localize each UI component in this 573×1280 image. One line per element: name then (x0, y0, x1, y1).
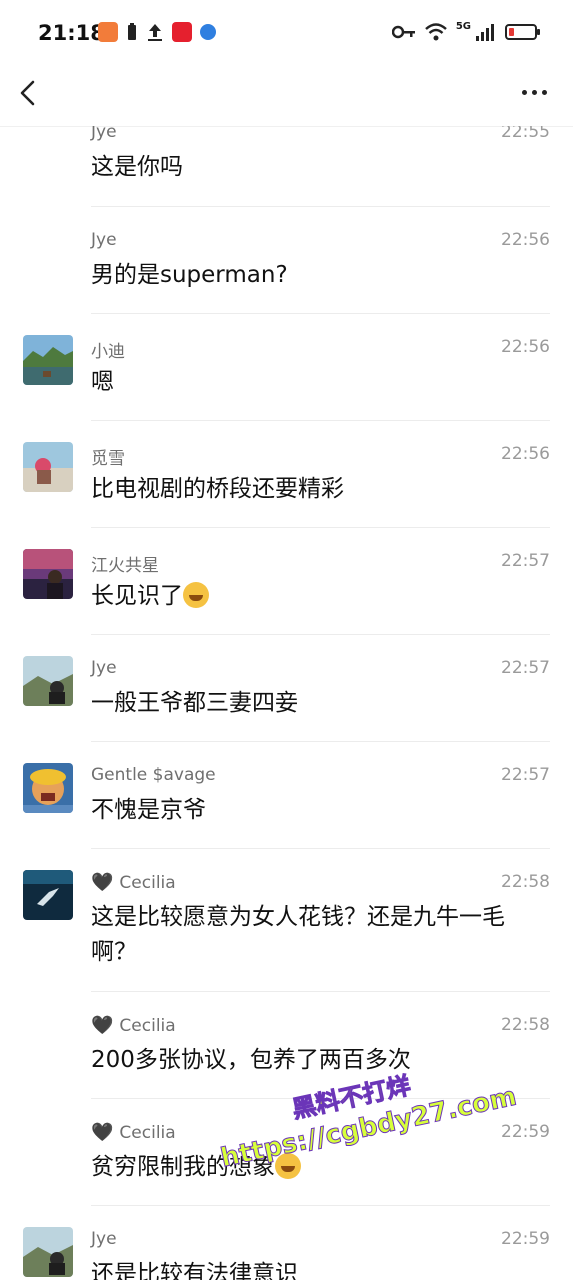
app-red-icon (172, 22, 192, 42)
back-button[interactable] (14, 76, 44, 112)
sender-name: Jye (91, 658, 117, 678)
message-time: 22:57 (501, 551, 550, 571)
sender-name: Jye (91, 1229, 117, 1249)
avatar[interactable] (23, 870, 73, 920)
status-time: 21:18 (38, 21, 105, 45)
message-time: 22:58 (501, 1015, 550, 1035)
battery-saver-icon (128, 23, 136, 40)
divider (91, 634, 550, 635)
message-time: 22:58 (501, 872, 550, 892)
chevron-left-icon (20, 80, 35, 106)
black-heart-icon: 🖤 (91, 1015, 114, 1036)
status-icons-left (98, 22, 216, 42)
sender-name: 小迪 (91, 342, 125, 362)
message-text: 男的是superman? (91, 262, 288, 288)
key-icon (391, 25, 415, 39)
message-time: 22:59 (501, 1122, 550, 1142)
black-heart-icon: 🖤 (91, 872, 114, 893)
sender-name-text: Cecilia (119, 872, 176, 893)
avatar[interactable] (23, 549, 73, 599)
more-dots-icon (522, 90, 527, 95)
more-button[interactable] (522, 90, 547, 95)
divider (91, 206, 550, 207)
divider (91, 527, 550, 528)
sender-name: Jye (91, 230, 117, 250)
message-time: 22:56 (501, 337, 550, 357)
nav-bar (0, 66, 573, 127)
crying-laughing-emoji-icon (275, 1152, 301, 1179)
message-time: 22:56 (501, 230, 550, 250)
status-icons-right: 5G (391, 20, 540, 42)
message-time: 22:57 (501, 765, 550, 785)
message-time: 22:59 (501, 1229, 550, 1249)
avatar[interactable] (23, 656, 73, 706)
signal-icon (476, 24, 494, 41)
avatar[interactable] (23, 442, 73, 492)
message-text-content: 长见识了 (91, 583, 183, 609)
divider (91, 991, 550, 992)
sender-name: 觅雪 (91, 449, 125, 469)
message-time: 22:56 (501, 444, 550, 464)
crying-laughing-emoji-icon (183, 581, 209, 608)
message-text: 比电视剧的桥段还要精彩 (91, 476, 344, 502)
sender-name: Gentle $avage (91, 765, 216, 785)
message-time: 22:57 (501, 658, 550, 678)
message-text: 这是你吗 (91, 154, 183, 180)
message-text: 贫穷限制我的想象 (91, 1150, 546, 1185)
message-text-content: 贫穷限制我的想象 (91, 1154, 275, 1180)
avatar[interactable] (23, 335, 73, 385)
message-text: 一般王爷都三妻四妾 (91, 690, 298, 716)
message-text: 嗯 (91, 369, 114, 395)
sender-name-text: Cecilia (119, 1015, 176, 1036)
divider (91, 1205, 550, 1206)
upload-icon (148, 24, 162, 41)
sender-name: 江火共星 (91, 556, 159, 576)
message-text: 这是比较愿意为女人花钱？还是九牛一毛啊？ (91, 904, 505, 965)
sender-name: 🖤 Cecilia (91, 872, 176, 893)
avatar[interactable] (23, 1227, 73, 1277)
message-text: 还是比较有法律意识 (91, 1261, 298, 1280)
sender-name-text: Cecilia (119, 1122, 176, 1143)
divider (91, 848, 550, 849)
wifi-icon (424, 23, 447, 41)
shield-app-icon (98, 22, 118, 42)
message-list[interactable]: Jye 22:55 这是你吗 Jye 22:56 男的是superman? 小迪… (0, 126, 573, 1280)
divider (91, 313, 550, 314)
divider (91, 1098, 550, 1099)
sender-name: 🖤 Cecilia (91, 1015, 176, 1036)
black-heart-icon: 🖤 (91, 1122, 114, 1143)
sender-name: 🖤 Cecilia (91, 1122, 176, 1143)
message-time: 22:55 (501, 126, 550, 142)
app-blue-icon (200, 24, 216, 40)
message-text: 不愧是京爷 (91, 797, 206, 823)
message-text: 长见识了 (91, 579, 546, 614)
message-text: 200多张协议，包养了两百多次 (91, 1047, 411, 1073)
battery-icon (505, 24, 540, 40)
divider (91, 741, 550, 742)
network-type: 5G (455, 20, 471, 32)
avatar[interactable] (23, 763, 73, 813)
divider (91, 420, 550, 421)
status-bar: 21:18 5G (0, 0, 573, 66)
sender-name: Jye (91, 126, 117, 142)
